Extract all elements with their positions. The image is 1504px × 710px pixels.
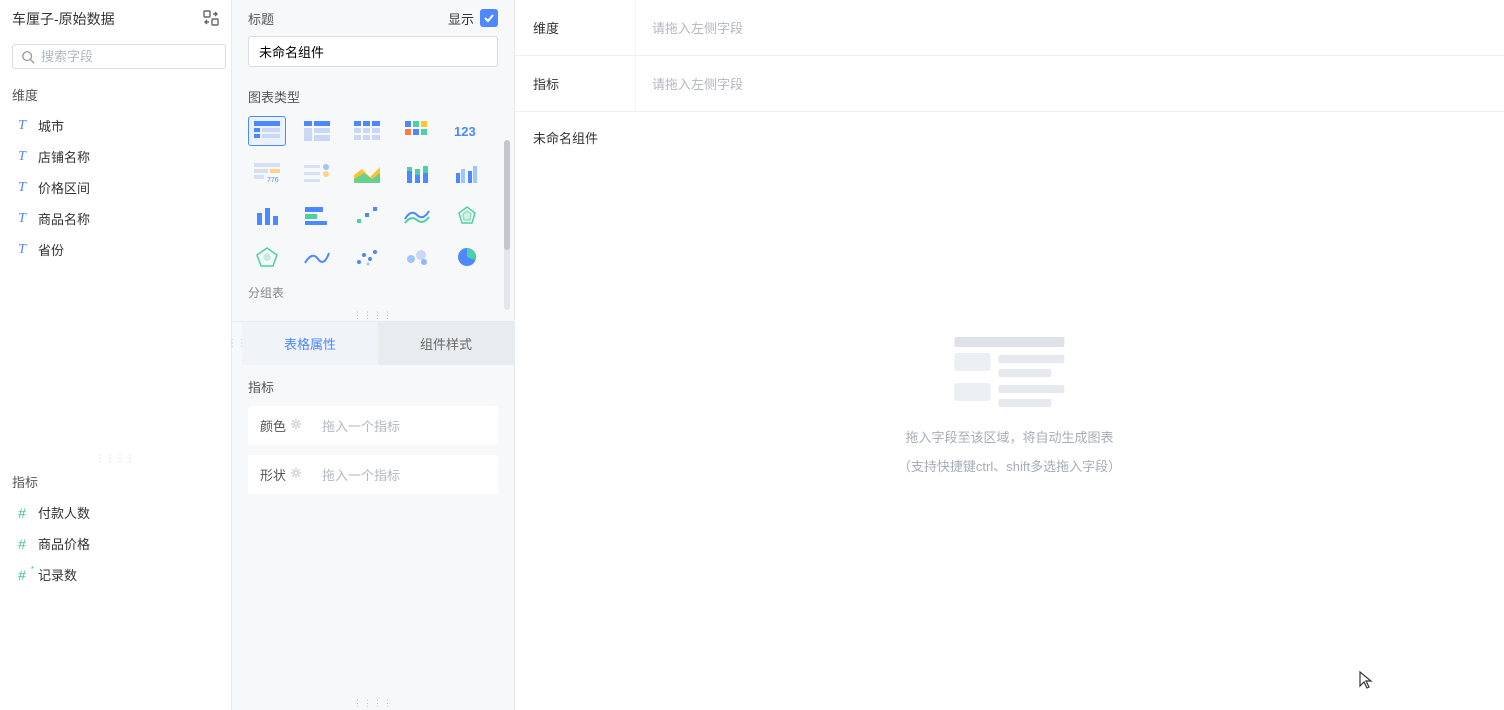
shape-label: 形状 — [260, 465, 286, 484]
show-title-checkbox[interactable] — [480, 9, 498, 27]
chart-canvas[interactable]: 未命名组件 拖入字段至该区域，将自动生成图表 （支持快捷键ctrl、shift多… — [515, 112, 1504, 710]
dimensions-header: 维度 — [0, 75, 231, 110]
chart-type-group-table[interactable] — [248, 116, 286, 146]
chart-type-bubble[interactable] — [398, 242, 436, 272]
number-field-icon: # — [14, 505, 30, 521]
chart-type-grid: 123 776 — [232, 116, 514, 280]
chart-type-gauge[interactable] — [248, 242, 286, 272]
measure-item[interactable]: # 商品价格 — [6, 528, 225, 559]
chart-grid-scrollbar[interactable] — [504, 140, 510, 310]
config-tabs: ⋮⋮ 表格属性 组件样式 — [232, 321, 514, 365]
empty-illustration-icon — [954, 337, 1064, 407]
fields-sidebar: 车厘子-原始数据 + 维度 T城市 T店铺名称 T价格区间 T商品名称 T省份 — [0, 0, 232, 710]
tab-body: 指标 颜色 拖入一个指标 形状 拖入一个指标 — [232, 365, 514, 696]
dimension-item[interactable]: T 省份 — [6, 234, 225, 265]
chart-type-pie[interactable] — [448, 242, 486, 272]
chart-type-color-table[interactable] — [398, 116, 436, 146]
indicator-section-label: 指标 — [248, 377, 498, 396]
cursor-icon — [1358, 670, 1374, 690]
shape-drop-zone[interactable]: 形状 拖入一个指标 — [248, 455, 498, 494]
dimension-dropzone[interactable]: 请拖入左侧字段 — [635, 0, 1504, 55]
field-label: 价格区间 — [38, 178, 90, 197]
measure-item[interactable]: # 付款人数 — [6, 497, 225, 528]
field-label: 商品价格 — [38, 534, 90, 553]
text-field-icon: T — [14, 149, 30, 165]
selected-chart-name: 分组表 — [232, 280, 514, 309]
measure-dropzone-row: 指标 请拖入左侧字段 — [515, 56, 1504, 112]
chart-type-area[interactable] — [348, 158, 386, 188]
search-field-box[interactable] — [12, 44, 226, 69]
drop-hint: 拖入一个指标 — [322, 465, 486, 484]
empty-state: 拖入字段至该区域，将自动生成图表 （支持快捷键ctrl、shift多选拖入字段） — [898, 337, 1121, 485]
config-splitter[interactable]: ⋮⋮⋮⋮ — [232, 309, 514, 321]
chart-type-multiline[interactable] — [398, 200, 436, 230]
chart-type-stacked-bar[interactable] — [398, 158, 436, 188]
measures-list: # 付款人数 # 商品价格 #* 记录数 — [0, 497, 231, 710]
dimension-item[interactable]: T 价格区间 — [6, 172, 225, 203]
chart-type-radar[interactable] — [448, 200, 486, 230]
dimensions-list: T 城市 T 店铺名称 T 价格区间 T 商品名称 T 省份 — [0, 110, 231, 265]
sidebar-splitter[interactable]: ⋮⋮⋮⋮ — [0, 454, 231, 462]
main-canvas: 维度 请拖入左侧字段 指标 请拖入左侧字段 未命名组件 拖入字段至该区域，将自动… — [515, 0, 1504, 710]
chart-type-column[interactable] — [248, 200, 286, 230]
search-input[interactable] — [41, 49, 217, 64]
measure-label: 指标 — [515, 56, 635, 111]
text-field-icon: T — [14, 211, 30, 227]
gear-icon[interactable] — [290, 467, 302, 482]
field-label: 店铺名称 — [38, 147, 90, 166]
measure-dropzone[interactable]: 请拖入左侧字段 — [635, 56, 1504, 111]
tab-table-props[interactable]: 表格属性 — [242, 322, 378, 365]
number-field-icon: # — [14, 536, 30, 552]
component-title-input[interactable] — [248, 36, 498, 67]
svg-text:776: 776 — [267, 177, 279, 183]
field-label: 城市 — [38, 116, 64, 135]
record-count-icon: #* — [14, 567, 30, 583]
config-panel: 标题 显示 图表类型 123 776 — [232, 0, 515, 710]
dimension-item[interactable]: T 城市 — [6, 110, 225, 141]
field-label: 记录数 — [38, 565, 77, 584]
chart-type-scatter[interactable] — [348, 242, 386, 272]
empty-hint-1: 拖入字段至该区域，将自动生成图表 — [898, 427, 1121, 446]
tab-drag-handle[interactable]: ⋮⋮ — [232, 322, 242, 365]
text-field-icon: T — [14, 118, 30, 134]
search-icon — [21, 50, 35, 64]
tab-component-style[interactable]: 组件样式 — [378, 322, 514, 365]
chart-type-scatter-step[interactable] — [348, 200, 386, 230]
chart-type-line[interactable] — [298, 242, 336, 272]
field-label: 商品名称 — [38, 209, 90, 228]
datasource-title: 车厘子-原始数据 — [12, 9, 115, 29]
drop-hint: 拖入一个指标 — [322, 416, 486, 435]
color-label: 颜色 — [260, 416, 286, 435]
measures-header: 指标 — [0, 462, 231, 497]
dimension-item[interactable]: T 店铺名称 — [6, 141, 225, 172]
chart-type-label: 图表类型 — [232, 79, 514, 116]
chart-type-detail-table[interactable] — [348, 116, 386, 146]
show-label: 显示 — [448, 9, 474, 28]
chart-type-bubble-list[interactable] — [298, 158, 336, 188]
measure-item[interactable]: #* 记录数 — [6, 559, 225, 590]
field-label: 付款人数 — [38, 503, 90, 522]
chart-type-kpi[interactable]: 123 — [448, 116, 486, 146]
svg-text:123: 123 — [454, 124, 476, 139]
chart-type-dashboard-table[interactable]: 776 — [248, 158, 286, 188]
gear-icon[interactable] — [290, 418, 302, 433]
field-label: 省份 — [38, 240, 64, 259]
switch-datasource-icon[interactable] — [203, 10, 219, 29]
color-drop-zone[interactable]: 颜色 拖入一个指标 — [248, 406, 498, 445]
text-field-icon: T — [14, 242, 30, 258]
canvas-title: 未命名组件 — [533, 128, 1486, 147]
chart-type-bar-grouped[interactable] — [448, 158, 486, 188]
chart-type-hbar[interactable] — [298, 200, 336, 230]
text-field-icon: T — [14, 180, 30, 196]
chart-type-cross-table[interactable] — [298, 116, 336, 146]
empty-hint-2: （支持快捷键ctrl、shift多选拖入字段） — [898, 456, 1121, 475]
dimension-label: 维度 — [515, 0, 635, 55]
title-label: 标题 — [248, 9, 274, 28]
config-bottom-splitter[interactable]: ⋮⋮⋮⋮ — [232, 696, 514, 710]
dimension-item[interactable]: T 商品名称 — [6, 203, 225, 234]
dimension-dropzone-row: 维度 请拖入左侧字段 — [515, 0, 1504, 56]
